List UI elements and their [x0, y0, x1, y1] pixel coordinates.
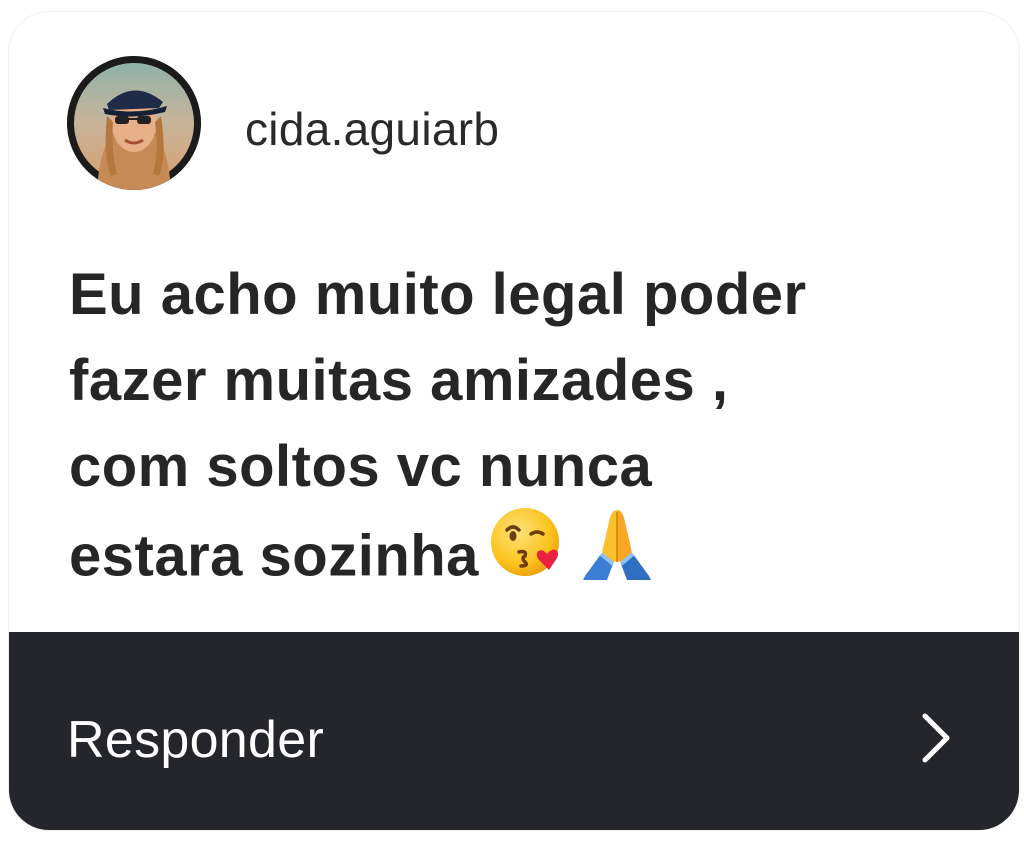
- reply-button[interactable]: Responder: [9, 632, 1019, 830]
- message-line-text: estara sozinha: [69, 523, 479, 589]
- avatar-photo: [67, 56, 201, 190]
- message-line: com soltos vc nunca: [69, 434, 653, 499]
- message-line: fazer muitas amizades ,: [69, 348, 729, 413]
- message-text: Eu acho muito legal poder fazer muitas a…: [69, 252, 989, 610]
- username[interactable]: cida.aguiarb: [245, 102, 499, 156]
- reply-label: Responder: [67, 711, 325, 769]
- face-blowing-kiss-emoji-icon: [489, 504, 565, 604]
- message-line: Eu acho muito legal poder: [69, 262, 807, 327]
- reply-header: cida.aguiarb: [9, 12, 1019, 242]
- chevron-right-icon: [917, 710, 957, 771]
- avatar[interactable]: [67, 56, 201, 190]
- message-line-last: estara sozinha: [69, 508, 989, 610]
- reply-footer: Responder: [9, 632, 1019, 830]
- folded-hands-emoji-icon: [575, 504, 659, 604]
- story-reply-card: cida.aguiarb Eu acho muito legal poder f…: [9, 12, 1019, 830]
